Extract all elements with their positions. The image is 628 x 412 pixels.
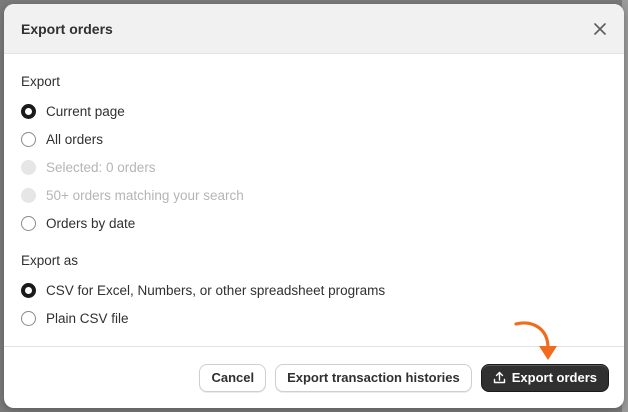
radio-current-page[interactable] bbox=[21, 103, 36, 119]
export-transaction-histories-button[interactable]: Export transaction histories bbox=[275, 363, 472, 392]
radio-all-orders[interactable] bbox=[21, 131, 36, 147]
export-section-label: Export bbox=[21, 74, 61, 89]
option-csv-excel[interactable]: CSV for Excel, Numbers, or other spreads… bbox=[21, 276, 607, 304]
export-orders-label: Export orders bbox=[511, 370, 597, 385]
modal-title: Export orders bbox=[21, 20, 113, 37]
option-orders-by-date[interactable]: Orders by date bbox=[21, 209, 607, 237]
annotation-arrow-icon bbox=[514, 321, 557, 360]
radio-csv-excel[interactable] bbox=[21, 282, 36, 298]
radio-plain-csv[interactable] bbox=[21, 310, 36, 326]
option-label: 50+ orders matching your search bbox=[46, 187, 244, 203]
export-as-section-label: Export as bbox=[21, 253, 79, 268]
option-label: Current page bbox=[46, 103, 125, 119]
option-label: Orders by date bbox=[46, 215, 136, 231]
option-label: Selected: 0 orders bbox=[46, 159, 156, 175]
modal-header: Export orders bbox=[4, 4, 624, 54]
option-all-orders[interactable]: All orders bbox=[21, 125, 607, 153]
cancel-button[interactable]: Cancel bbox=[199, 363, 267, 392]
option-matching-search: 50+ orders matching your search bbox=[21, 181, 607, 209]
option-label: Plain CSV file bbox=[46, 310, 129, 326]
radio-orders-by-date[interactable] bbox=[21, 215, 36, 231]
close-icon[interactable] bbox=[590, 19, 610, 39]
option-selected-orders: Selected: 0 orders bbox=[21, 153, 607, 181]
radio-matching-search bbox=[21, 187, 36, 203]
option-label: CSV for Excel, Numbers, or other spreads… bbox=[46, 282, 386, 298]
option-label: All orders bbox=[46, 131, 104, 147]
radio-selected-orders bbox=[21, 159, 36, 175]
upload-icon bbox=[493, 371, 505, 384]
modal-body: Export Current page All orders Selected:… bbox=[4, 54, 624, 332]
export-orders-button[interactable]: Export orders bbox=[480, 363, 609, 392]
option-current-page[interactable]: Current page bbox=[21, 97, 607, 125]
